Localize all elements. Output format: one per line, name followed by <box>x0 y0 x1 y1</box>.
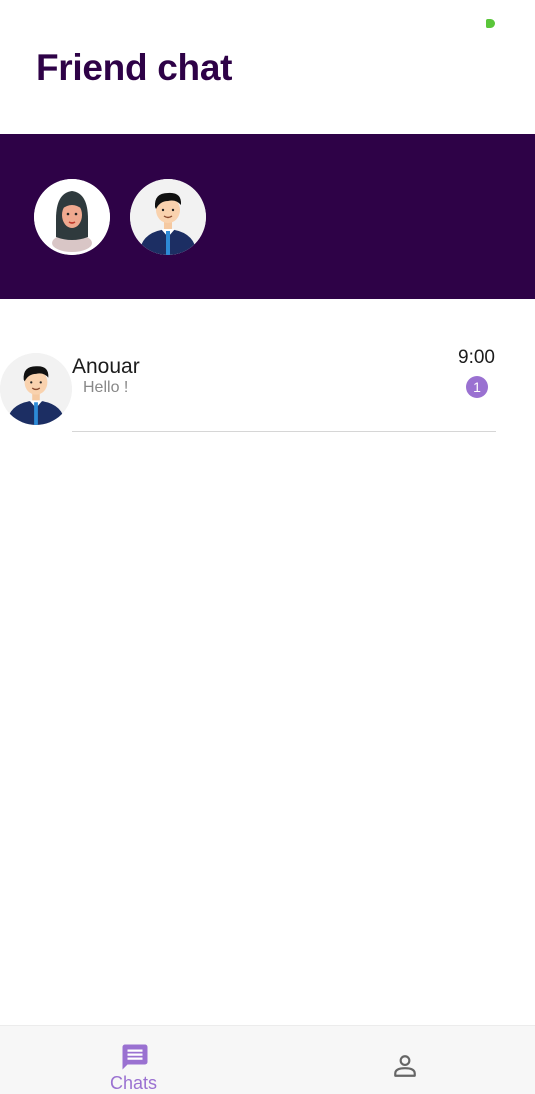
chat-avatar <box>0 353 72 425</box>
chat-list-item[interactable]: Anouar Hello ! 9:00 1 <box>0 347 535 433</box>
story-avatar-woman[interactable] <box>34 179 110 255</box>
nav-tab-chats-label: Chats <box>109 1073 158 1093</box>
chat-bubble-icon <box>122 1044 148 1070</box>
man-suit-avatar-icon <box>130 179 206 255</box>
man-suit-avatar-icon <box>0 353 72 425</box>
nav-tab-chats[interactable]: Chats <box>0 1026 267 1094</box>
chat-divider <box>72 431 496 432</box>
stories-bar <box>0 134 535 299</box>
unread-count-badge: 1 <box>466 376 488 398</box>
app-screen: Friend chat Anouar Hello ! 9:00 1 Chats <box>0 0 535 1094</box>
chat-contact-name: Anouar <box>72 355 140 378</box>
woman-hijab-avatar-icon <box>34 179 110 255</box>
page-title: Friend chat <box>36 47 233 88</box>
status-indicator <box>486 19 495 28</box>
person-icon <box>394 1055 416 1077</box>
story-avatar-man[interactable] <box>130 179 206 255</box>
nav-tab-profile[interactable] <box>268 1026 535 1094</box>
chat-timestamp: 9:00 <box>458 347 495 368</box>
bottom-navigation: Chats <box>0 1025 535 1094</box>
chat-message-preview: Hello ! <box>83 379 129 396</box>
